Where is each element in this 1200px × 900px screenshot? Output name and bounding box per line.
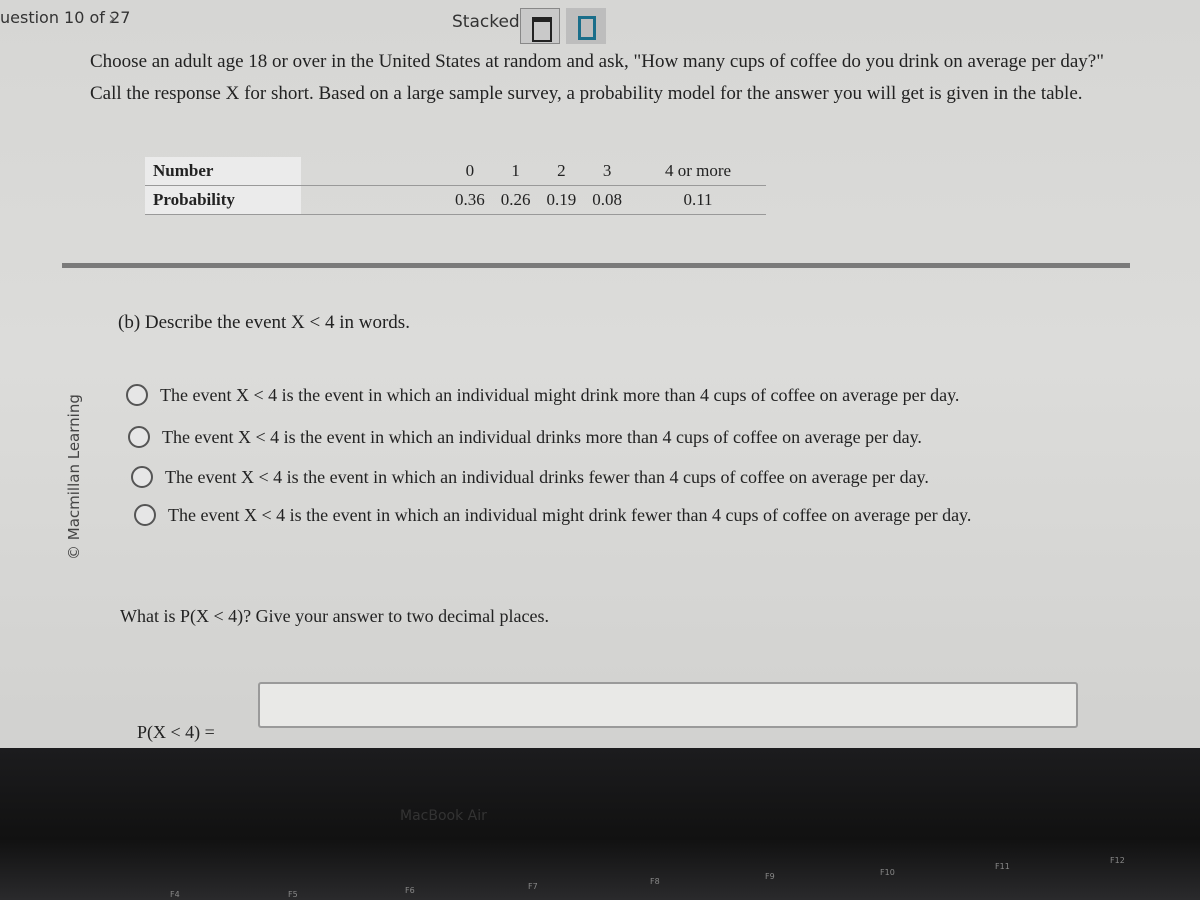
radio-button[interactable] xyxy=(126,384,148,406)
option-text: The event X < 4 is the event in which an… xyxy=(160,384,960,405)
key-f11: F11 xyxy=(995,862,1010,871)
key-f12: F12 xyxy=(1110,856,1125,865)
table-cell: 0.36 xyxy=(447,185,493,215)
table-cell: 3 xyxy=(584,157,630,186)
option-text: The event X < 4 is the event in which an… xyxy=(165,466,929,487)
probability-table: Number 0 1 2 3 4 or more Probability 0.3… xyxy=(145,157,766,215)
table-cell: 0 xyxy=(447,157,493,186)
side-by-side-layout-icon[interactable] xyxy=(566,8,606,44)
key-f7: F7 xyxy=(528,882,538,891)
laptop-brand: MacBook Air xyxy=(400,808,487,824)
radio-button[interactable] xyxy=(134,504,156,526)
option-text: The event X < 4 is the event in which an… xyxy=(168,504,972,525)
answer-input[interactable] xyxy=(258,682,1078,728)
row-header: Probability xyxy=(145,185,301,215)
table-row: Number 0 1 2 3 4 or more xyxy=(145,157,766,186)
probability-question: What is P(X < 4)? Give your answer to tw… xyxy=(120,606,550,626)
copyright: © Macmillan Learning xyxy=(65,394,83,560)
option-4[interactable]: The event X < 4 is the event in which an… xyxy=(134,504,971,526)
key-f5: F5 xyxy=(288,890,298,899)
table-cell: 4 or more xyxy=(630,157,766,186)
table-cell: 0.26 xyxy=(492,185,539,215)
key-f10: F10 xyxy=(880,868,895,877)
row-header: Number xyxy=(145,157,301,186)
key-f9: F9 xyxy=(765,872,775,881)
table-cell: 0.19 xyxy=(538,185,585,215)
table-cell: 0.11 xyxy=(630,185,766,215)
option-text: The event X < 4 is the event in which an… xyxy=(162,426,922,447)
section-divider xyxy=(62,263,1130,268)
option-2[interactable]: The event X < 4 is the event in which an… xyxy=(128,426,922,448)
key-f6: F6 xyxy=(405,886,415,895)
key-f4: F4 xyxy=(170,890,180,899)
table-cell: 2 xyxy=(538,157,585,186)
table-cell: 0.08 xyxy=(584,185,630,215)
answer-label: P(X < 4) = xyxy=(137,722,215,742)
radio-button[interactable] xyxy=(131,466,153,488)
table-cell: 1 xyxy=(492,157,539,186)
part-b-prompt: (b) Describe the event X < 4 in words. xyxy=(118,312,410,333)
stacked-layout-icon[interactable] xyxy=(520,8,560,44)
key-f8: F8 xyxy=(650,877,660,886)
chevron-right-icon[interactable]: › xyxy=(108,6,116,30)
layout-label: Stacked xyxy=(452,12,520,32)
laptop-bezel xyxy=(0,748,1200,900)
question-intro: Choose an adult age 18 or over in the Un… xyxy=(90,51,1104,104)
option-3[interactable]: The event X < 4 is the event in which an… xyxy=(131,466,929,488)
table-row: Probability 0.36 0.26 0.19 0.08 0.11 xyxy=(145,185,766,215)
radio-button[interactable] xyxy=(128,426,150,448)
option-1[interactable]: The event X < 4 is the event in which an… xyxy=(126,384,959,406)
